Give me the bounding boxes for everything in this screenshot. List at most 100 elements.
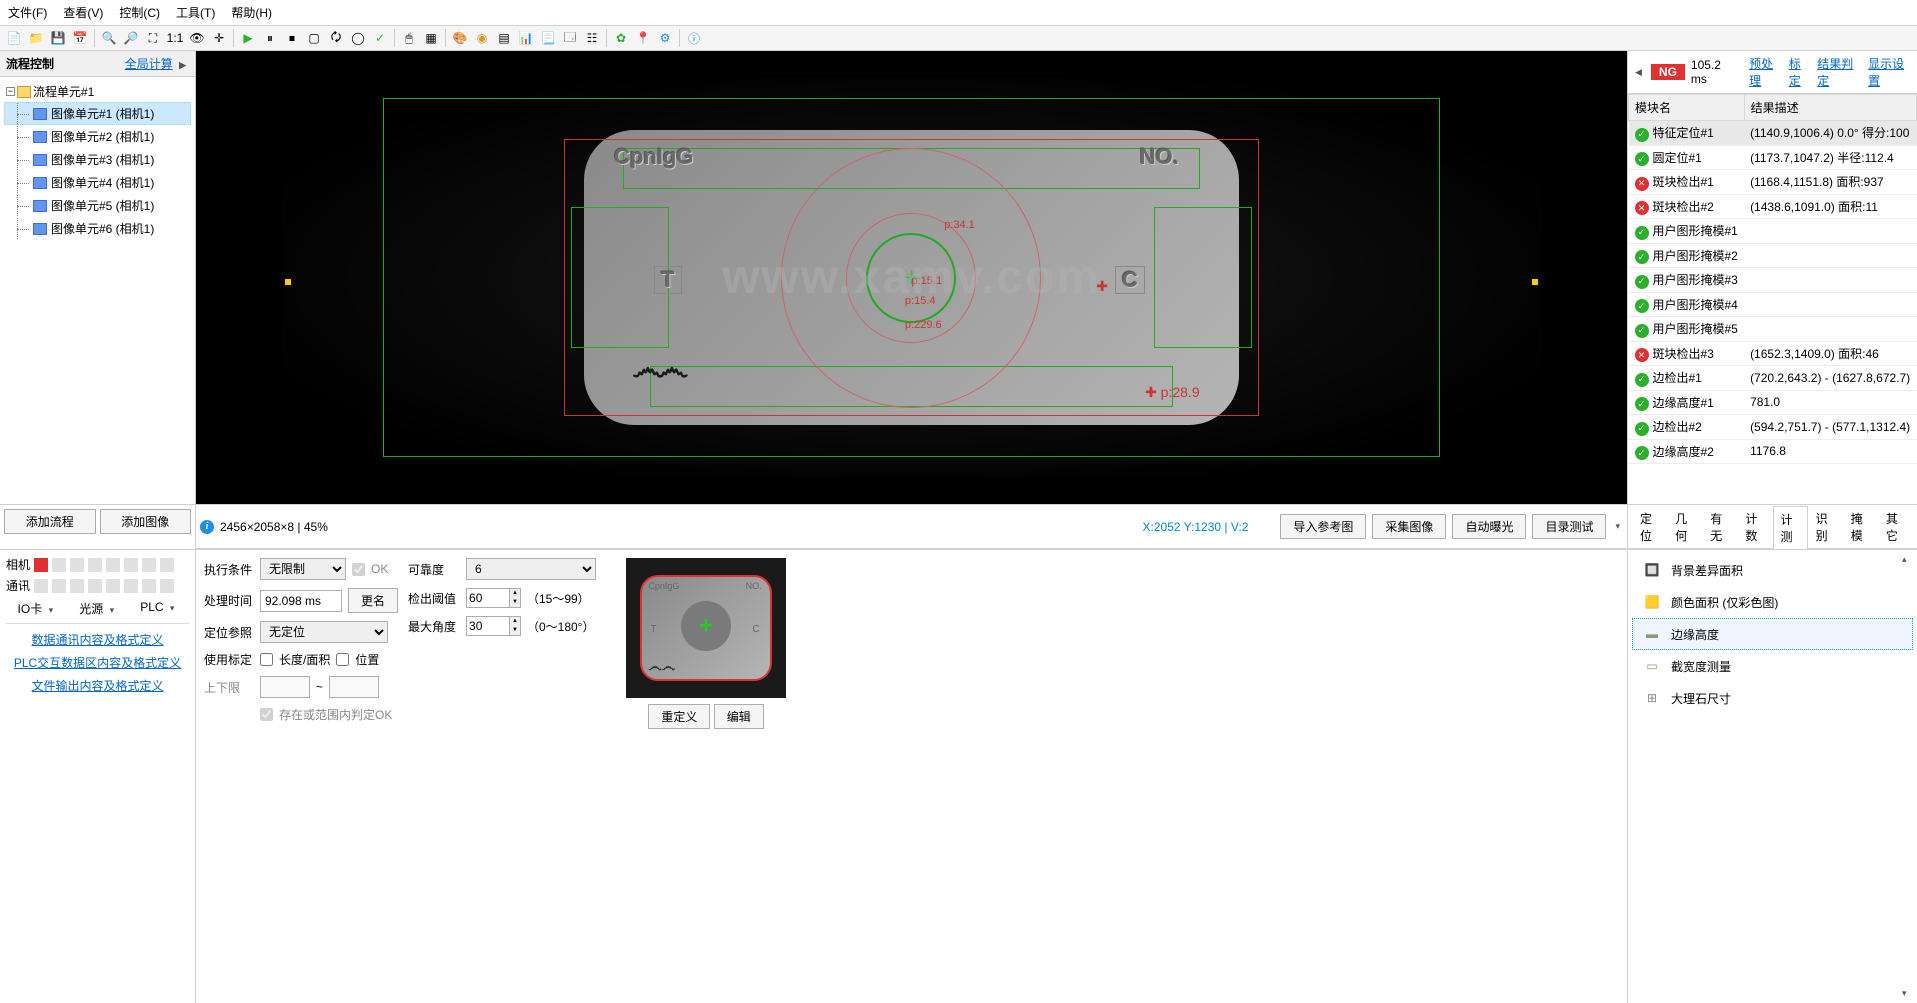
list-icon[interactable]: ☷ (582, 28, 602, 48)
result-row[interactable]: ✓边检出#1(720.2,643.2) - (1627.8,672.7) (1629, 366, 1917, 391)
tab-3[interactable]: 计数 (1737, 505, 1772, 548)
refresh-icon[interactable]: 🗘 (326, 28, 346, 48)
menu-help[interactable]: 帮助(H) (227, 2, 276, 23)
measure-item[interactable]: ▬边缘高度 (1632, 618, 1913, 650)
measure-item[interactable]: ▭截宽度测量 (1632, 650, 1913, 682)
result-row[interactable]: ✓用户图形掩模#3 (1629, 268, 1917, 293)
result-row[interactable]: ✓用户图形掩模#1 (1629, 219, 1917, 244)
display-link[interactable]: 显示设置 (1868, 55, 1913, 89)
auto-exposure-button[interactable]: 自动曝光 (1452, 514, 1526, 539)
proc-time-input[interactable] (260, 590, 342, 612)
result-row[interactable]: ✓边检出#2(594.2,751.7) - (577.1,1312.4) (1629, 415, 1917, 440)
chevron-down-icon[interactable]: ▾ (1612, 521, 1623, 532)
len-checkbox[interactable] (260, 653, 273, 666)
calib-link[interactable]: 标定 (1789, 55, 1811, 89)
result-row[interactable]: ✓特征定位#1(1140.9,1006.4) 0.0° 得分:100 (1629, 121, 1917, 146)
chart-icon[interactable]: 📊 (516, 28, 536, 48)
result-row[interactable]: ✓圆定位#1(1173.7,1047.2) 半径:112.4 (1629, 145, 1917, 170)
limit-high-input[interactable] (329, 676, 379, 698)
play-icon[interactable]: ▶ (238, 28, 258, 48)
tree-item[interactable]: 图像单元#5 (相机1) (4, 194, 191, 217)
judge-link[interactable]: 结果判定 (1817, 55, 1862, 89)
open-icon[interactable]: 📁 (26, 28, 46, 48)
preprocess-link[interactable]: 预处理 (1749, 55, 1783, 89)
actual-icon[interactable]: 1:1 (165, 28, 185, 48)
pin-icon[interactable]: 📍 (633, 28, 653, 48)
tree-root[interactable]: − 流程单元#1 (4, 81, 191, 102)
scroll-up-icon[interactable]: ▴ (1899, 554, 1915, 565)
measure-item[interactable]: 🔲背景差异面积 (1632, 554, 1913, 586)
result-row[interactable]: ✓边缘高度#1781.0 (1629, 390, 1917, 415)
window-icon[interactable]: 🗔 (560, 28, 580, 48)
tab-7[interactable]: 其它 (1878, 505, 1913, 548)
image-viewer[interactable]: CpnIgG NO. T C ⊹ p:34.1 p:15.1 p:15.4 p:… (196, 51, 1627, 504)
zoom-out-icon[interactable]: 🔎 (121, 28, 141, 48)
collapse-icon[interactable]: − (6, 87, 15, 96)
zoom-in-icon[interactable]: 🔍 (99, 28, 119, 48)
result-row[interactable]: ✕斑块检出#2(1438.6,1091.0) 面积:11 (1629, 194, 1917, 219)
tree-item[interactable]: 图像单元#2 (相机1) (4, 125, 191, 148)
mouse-icon[interactable]: 🖱 (399, 28, 419, 48)
rename-button[interactable]: 更名 (348, 588, 398, 613)
result-row[interactable]: ✓用户图形掩模#2 (1629, 243, 1917, 268)
reliability-select[interactable]: 6 (466, 558, 596, 580)
scroll-down-icon[interactable]: ▾ (1899, 988, 1915, 999)
dir-test-button[interactable]: 目录测试 (1532, 514, 1606, 539)
angle-input[interactable] (466, 616, 510, 636)
menu-control[interactable]: 控制(C) (115, 2, 164, 23)
tab-5[interactable]: 识别 (1808, 505, 1843, 548)
comm-format-link[interactable]: 数据通讯内容及格式定义 (6, 628, 189, 651)
tab-0[interactable]: 定位 (1632, 505, 1667, 548)
menu-view[interactable]: 查看(V) (59, 2, 107, 23)
stop-icon[interactable]: ⏹ (282, 28, 302, 48)
tab-1[interactable]: 几何 (1667, 505, 1702, 548)
file-format-link[interactable]: 文件输出内容及格式定义 (6, 674, 189, 697)
result-row[interactable]: ✓用户图形掩模#5 (1629, 317, 1917, 342)
import-ref-button[interactable]: 导入参考图 (1280, 514, 1366, 539)
chevron-right-icon[interactable]: ▶ (176, 60, 189, 70)
redefine-button[interactable]: 重定义 (648, 704, 710, 729)
result-row[interactable]: ✓边缘高度#21176.8 (1629, 439, 1917, 464)
plc-format-link[interactable]: PLC交互数据区内容及格式定义 (6, 651, 189, 674)
chevron-left-icon[interactable]: ◀ (1632, 67, 1645, 78)
fit-icon[interactable]: ⛶ (143, 28, 163, 48)
tree-item[interactable]: 图像单元#1 (相机1) (4, 102, 191, 125)
tree-item[interactable]: 图像单元#4 (相机1) (4, 171, 191, 194)
info-icon[interactable]: ⓘ (684, 28, 704, 48)
result-row[interactable]: ✕斑块检出#1(1168.4,1151.8) 面积:937 (1629, 170, 1917, 195)
add-flow-button[interactable]: 添加流程 (4, 509, 96, 534)
pos-checkbox[interactable] (336, 653, 349, 666)
gear-icon[interactable]: ⚙ (655, 28, 675, 48)
limit-low-input[interactable] (260, 676, 310, 698)
new-icon[interactable]: 📄 (4, 28, 24, 48)
palette-icon[interactable]: 🎨 (450, 28, 470, 48)
aperture-icon[interactable]: ✿ (611, 28, 631, 48)
calendar-icon[interactable]: 📅 (70, 28, 90, 48)
rect-icon[interactable]: ▢ (304, 28, 324, 48)
layers-icon[interactable]: ▤ (494, 28, 514, 48)
capture-button[interactable]: 采集图像 (1372, 514, 1446, 539)
result-row[interactable]: ✕斑块检出#3(1652.3,1409.0) 面积:46 (1629, 341, 1917, 366)
tree-item[interactable]: 图像单元#3 (相机1) (4, 148, 191, 171)
pause-icon[interactable]: ⏸ (260, 28, 280, 48)
page-icon[interactable]: 📃 (538, 28, 558, 48)
check-icon[interactable]: ✓ (370, 28, 390, 48)
save-icon[interactable]: 💾 (48, 28, 68, 48)
tab-4[interactable]: 计测 (1773, 506, 1808, 549)
pos-ref-select[interactable]: 无定位 (260, 621, 388, 643)
measure-item[interactable]: 🟨颜色面积 (仅彩色图) (1632, 586, 1913, 618)
circle-icon[interactable]: ◯ (348, 28, 368, 48)
menu-file[interactable]: 文件(F) (4, 2, 51, 23)
tab-2[interactable]: 有无 (1702, 505, 1737, 548)
menu-tools[interactable]: 工具(T) (172, 2, 219, 23)
thresh-input[interactable] (466, 588, 510, 608)
camera-indicator-1[interactable] (34, 558, 48, 572)
edit-button[interactable]: 编辑 (714, 704, 764, 729)
grid-icon[interactable]: ▦ (421, 28, 441, 48)
tree-item[interactable]: 图像单元#6 (相机1) (4, 217, 191, 240)
result-row[interactable]: ✓用户图形掩模#4 (1629, 292, 1917, 317)
add-image-button[interactable]: 添加图像 (100, 509, 192, 534)
measure-item[interactable]: ⊞大理石尺寸 (1632, 682, 1913, 714)
crosshair-icon[interactable]: ✛ (209, 28, 229, 48)
cycle-icon[interactable]: ◉ (472, 28, 492, 48)
